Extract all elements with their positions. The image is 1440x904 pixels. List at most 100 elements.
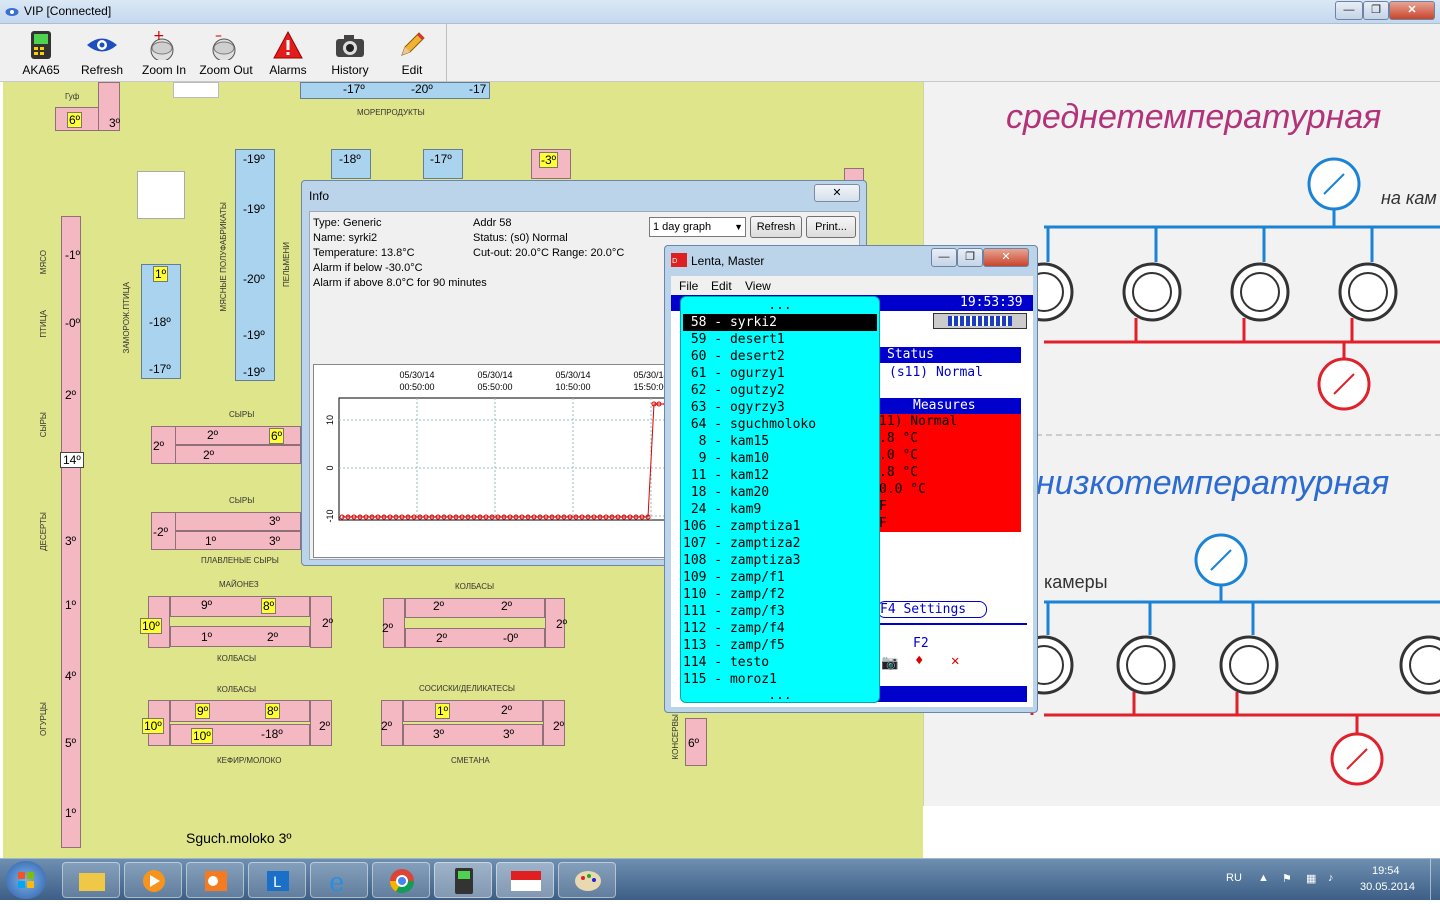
list-item[interactable]: 115 - moroz1 xyxy=(683,671,877,688)
temp-sm3: 3º xyxy=(433,727,445,741)
list-item[interactable]: 62 - ogutzy2 xyxy=(683,382,877,399)
list-item[interactable]: 110 - zamp/f2 xyxy=(683,586,877,603)
node-list-popup[interactable]: ... 58 - syrki2 59 - desert1 60 - desert… xyxy=(680,296,880,703)
taskbar-media[interactable] xyxy=(124,862,182,898)
network-icon[interactable]: ▦ xyxy=(1306,872,1316,885)
history-button[interactable]: History xyxy=(321,26,379,80)
list-item[interactable]: 114 - testo xyxy=(683,654,877,671)
case-seafood[interactable] xyxy=(300,82,490,99)
list-ellipsis-top[interactable]: ... xyxy=(683,297,877,314)
f2-key[interactable]: F2 xyxy=(913,636,929,651)
lenta-maximize-button[interactable]: ❐ xyxy=(957,248,983,267)
taskbar-chrome[interactable] xyxy=(372,862,430,898)
temp-kf3: 10º xyxy=(191,728,213,744)
language-indicator[interactable]: RU xyxy=(1226,872,1242,884)
temp-v3: 2º xyxy=(65,388,77,402)
tray-expand-icon[interactable]: ▲ xyxy=(1258,872,1269,884)
case-kf-top[interactable] xyxy=(170,700,310,722)
clock-time[interactable]: 19:54 xyxy=(1372,865,1400,877)
edit-button[interactable]: Edit xyxy=(383,26,441,80)
alarms-button[interactable]: Alarms xyxy=(259,26,317,80)
start-button[interactable] xyxy=(6,861,46,899)
list-item[interactable]: 113 - zamp/f5 xyxy=(683,637,877,654)
list-item[interactable]: 112 - zamp/f4 xyxy=(683,620,877,637)
case-sm-bottom[interactable] xyxy=(403,724,543,746)
y-tick-label: -10 xyxy=(325,509,335,522)
case-sm-top[interactable] xyxy=(403,700,543,722)
x-tick-label: 05/30/14 xyxy=(399,370,434,380)
list-item[interactable]: 11 - kam12 xyxy=(683,467,877,484)
minimize-button[interactable]: — xyxy=(1335,1,1363,20)
list-item[interactable]: 64 - sguchmoloko xyxy=(683,416,877,433)
list-item[interactable]: 111 - zamp/f3 xyxy=(683,603,877,620)
menu-edit[interactable]: Edit xyxy=(711,279,732,293)
case-meat-semi[interactable] xyxy=(235,149,275,381)
case-s2-top[interactable] xyxy=(175,512,301,531)
info-print-button[interactable]: Print... xyxy=(806,216,856,238)
list-item[interactable]: 109 - zamp/f1 xyxy=(683,569,877,586)
zoom-in-button[interactable]: + Zoom In xyxy=(135,26,193,80)
lync-icon: L xyxy=(267,871,289,891)
close-button[interactable]: ✕ xyxy=(1389,1,1435,20)
toolbar-separator xyxy=(446,24,447,82)
terminal-scrollbar[interactable] xyxy=(933,313,1027,329)
window-titlebar: VIP [Connected] — ❐ ✕ xyxy=(0,0,1440,24)
case-k-top[interactable] xyxy=(405,598,545,618)
temp-b5: -19º xyxy=(243,365,265,379)
case-k-bottom[interactable] xyxy=(405,628,545,648)
list-item[interactable]: 9 - kam10 xyxy=(683,450,877,467)
taskbar-paint[interactable] xyxy=(558,862,616,898)
lenta-master-window[interactable]: D Lenta, Master — ❐ ✕ File Edit View 19:… xyxy=(664,245,1038,713)
paint-palette-icon xyxy=(575,871,601,891)
menu-view[interactable]: View xyxy=(745,279,771,293)
list-ellipsis-bottom[interactable]: ... xyxy=(683,687,877,704)
list-item[interactable]: 60 - desert2 xyxy=(683,348,877,365)
case-s2-bottom[interactable] xyxy=(175,531,301,550)
taskbar-outlook[interactable] xyxy=(186,862,244,898)
maximize-button[interactable]: ❐ xyxy=(1363,1,1389,20)
temp-top2: -20º xyxy=(411,82,433,96)
temp-s1a: 2º xyxy=(153,439,165,453)
taskbar-explorer[interactable] xyxy=(62,862,120,898)
f4-settings-button[interactable]: F4 Settings xyxy=(877,601,987,618)
taskbar-vip[interactable] xyxy=(434,862,492,898)
list-item[interactable]: 18 - kam20 xyxy=(683,484,877,501)
volume-icon[interactable]: ♪ xyxy=(1328,872,1334,884)
temp-s2c: 3º xyxy=(269,534,281,548)
show-desktop-button[interactable] xyxy=(1430,859,1440,901)
graph-range-select[interactable]: 1 day graph ▼ xyxy=(649,217,746,237)
taskbar-danfoss[interactable] xyxy=(496,862,554,898)
lenta-close-button[interactable]: ✕ xyxy=(983,248,1029,267)
case-left-column[interactable] xyxy=(61,216,81,848)
case-m-bottom[interactable] xyxy=(170,626,310,647)
taskbar-ie[interactable]: e xyxy=(310,862,368,898)
tools-icon[interactable]: ✕ xyxy=(951,653,959,669)
camera-icon[interactable]: 📷 xyxy=(881,655,898,671)
lenta-menubar: File Edit View xyxy=(671,276,1033,295)
case-m-top[interactable] xyxy=(170,596,310,617)
list-item[interactable]: 24 - kam9 xyxy=(683,501,877,518)
info-alarm-above: Alarm if above 8.0°C for 90 minutes xyxy=(313,277,487,289)
aka65-button[interactable]: AKA65 xyxy=(12,26,70,80)
clock-date[interactable]: 30.05.2014 xyxy=(1360,881,1415,893)
taskbar-lync[interactable]: L xyxy=(248,862,306,898)
list-item[interactable]: 106 - zamptiza1 xyxy=(683,518,877,535)
list-item[interactable]: 59 - desert1 xyxy=(683,331,877,348)
lenta-minimize-button[interactable]: — xyxy=(931,248,957,267)
list-item[interactable]: 107 - zamptiza2 xyxy=(683,535,877,552)
action-center-icon[interactable]: ⚑ xyxy=(1282,872,1292,885)
list-item-selected[interactable]: 58 - syrki2 xyxy=(683,314,877,331)
info-refresh-button[interactable]: Refresh xyxy=(750,216,802,238)
case-s1-bottom[interactable] xyxy=(175,445,301,464)
zoom-out-button[interactable]: – Zoom Out xyxy=(197,26,255,80)
info-close-button[interactable]: ✕ xyxy=(814,184,860,202)
list-item[interactable]: 63 - ogyrzy3 xyxy=(683,399,877,416)
alarm-bell-icon[interactable]: ♦ xyxy=(915,653,923,669)
list-item[interactable]: 108 - zamptiza3 xyxy=(683,552,877,569)
list-item[interactable]: 8 - kam15 xyxy=(683,433,877,450)
refresh-button[interactable]: Refresh xyxy=(73,26,131,80)
temp-s1d: 2º xyxy=(203,448,215,462)
list-item[interactable]: 61 - ogurzy1 xyxy=(683,365,877,382)
menu-file[interactable]: File xyxy=(679,279,698,293)
window-title: VIP [Connected] xyxy=(24,4,112,18)
